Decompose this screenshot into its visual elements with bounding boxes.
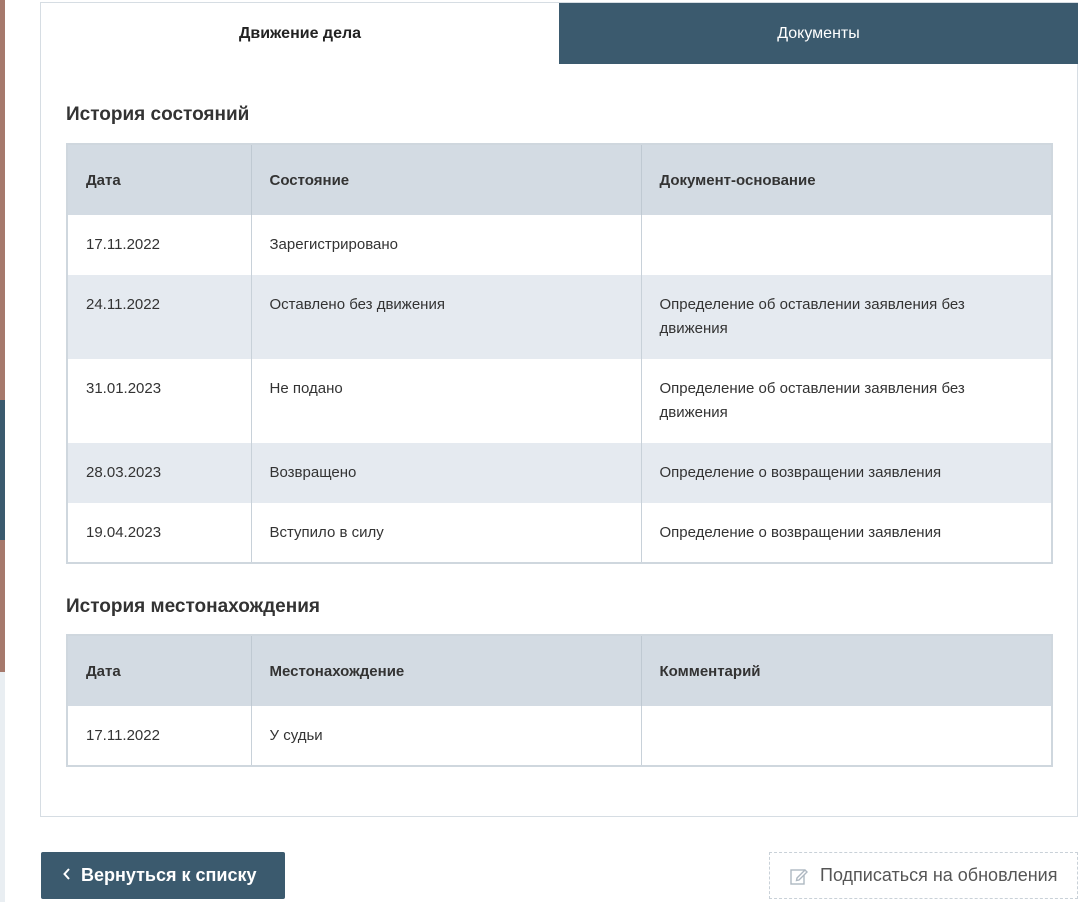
cell-comment bbox=[641, 706, 1053, 766]
cell-date: 31.01.2023 bbox=[67, 359, 252, 443]
edit-icon bbox=[790, 867, 808, 885]
location-history-title: История местонахождения bbox=[66, 596, 320, 617]
table-row: 17.11.2022 У судьи bbox=[67, 706, 1053, 766]
cell-date: 24.11.2022 bbox=[67, 275, 252, 359]
column-header-date: Дата bbox=[67, 144, 252, 215]
column-header-basis-document: Документ-основание bbox=[641, 144, 1053, 215]
chevron-left-icon bbox=[63, 868, 71, 883]
subscribe-updates-label: Подписаться на обновления bbox=[820, 865, 1058, 885]
column-header-date: Дата bbox=[67, 635, 252, 706]
cell-basis-document: Определение об оставлении заявления без … bbox=[641, 359, 1053, 443]
cell-state: Не подано bbox=[251, 359, 642, 443]
column-header-state: Состояние bbox=[251, 144, 642, 215]
cell-state: Возвращено bbox=[251, 443, 642, 503]
cell-state: Оставлено без движения bbox=[251, 275, 642, 359]
column-header-location: Местонахождение bbox=[251, 635, 642, 706]
table-row: 24.11.2022 Оставлено без движения Опреде… bbox=[67, 275, 1053, 359]
table-header-row: Дата Состояние Документ-основание bbox=[67, 144, 1053, 215]
cell-date: 19.04.2023 bbox=[67, 503, 252, 563]
state-history-table: Дата Состояние Документ-основание 17.11.… bbox=[66, 143, 1053, 564]
table-row: 17.11.2022 Зарегистрировано bbox=[67, 215, 1053, 275]
cell-state: Вступило в силу bbox=[251, 503, 642, 563]
cell-location: У судьи bbox=[251, 706, 642, 766]
tab-documents[interactable]: Документы bbox=[559, 3, 1078, 64]
table-row: 28.03.2023 Возвращено Определение о возв… bbox=[67, 443, 1053, 503]
left-edge-decoration bbox=[0, 0, 5, 902]
back-to-list-label: Вернуться к списку bbox=[81, 865, 257, 885]
subscribe-updates-button[interactable]: Подписаться на обновления bbox=[769, 852, 1078, 899]
cell-date: 17.11.2022 bbox=[67, 215, 252, 275]
state-history-title: История состояний bbox=[66, 104, 250, 125]
cell-basis-document: Определение о возвращении заявления bbox=[641, 443, 1053, 503]
table-row: 19.04.2023 Вступило в силу Определение о… bbox=[67, 503, 1053, 563]
case-movement-card: Движение дела Документы История состояни… bbox=[40, 2, 1078, 817]
cell-basis-document: Определение о возвращении заявления bbox=[641, 503, 1053, 563]
tab-bar: Движение дела Документы bbox=[41, 3, 1079, 64]
table-header-row: Дата Местонахождение Комментарий bbox=[67, 635, 1053, 706]
cell-state: Зарегистрировано bbox=[251, 215, 642, 275]
cell-basis-document bbox=[641, 215, 1053, 275]
column-header-comment: Комментарий bbox=[641, 635, 1053, 706]
tab-case-movement[interactable]: Движение дела bbox=[41, 3, 559, 64]
location-history-table: Дата Местонахождение Комментарий 17.11.2… bbox=[66, 634, 1053, 767]
table-row: 31.01.2023 Не подано Определение об оста… bbox=[67, 359, 1053, 443]
back-to-list-button[interactable]: Вернуться к списку bbox=[41, 852, 285, 899]
cell-basis-document: Определение об оставлении заявления без … bbox=[641, 275, 1053, 359]
cell-date: 28.03.2023 bbox=[67, 443, 252, 503]
cell-date: 17.11.2022 bbox=[67, 706, 252, 766]
